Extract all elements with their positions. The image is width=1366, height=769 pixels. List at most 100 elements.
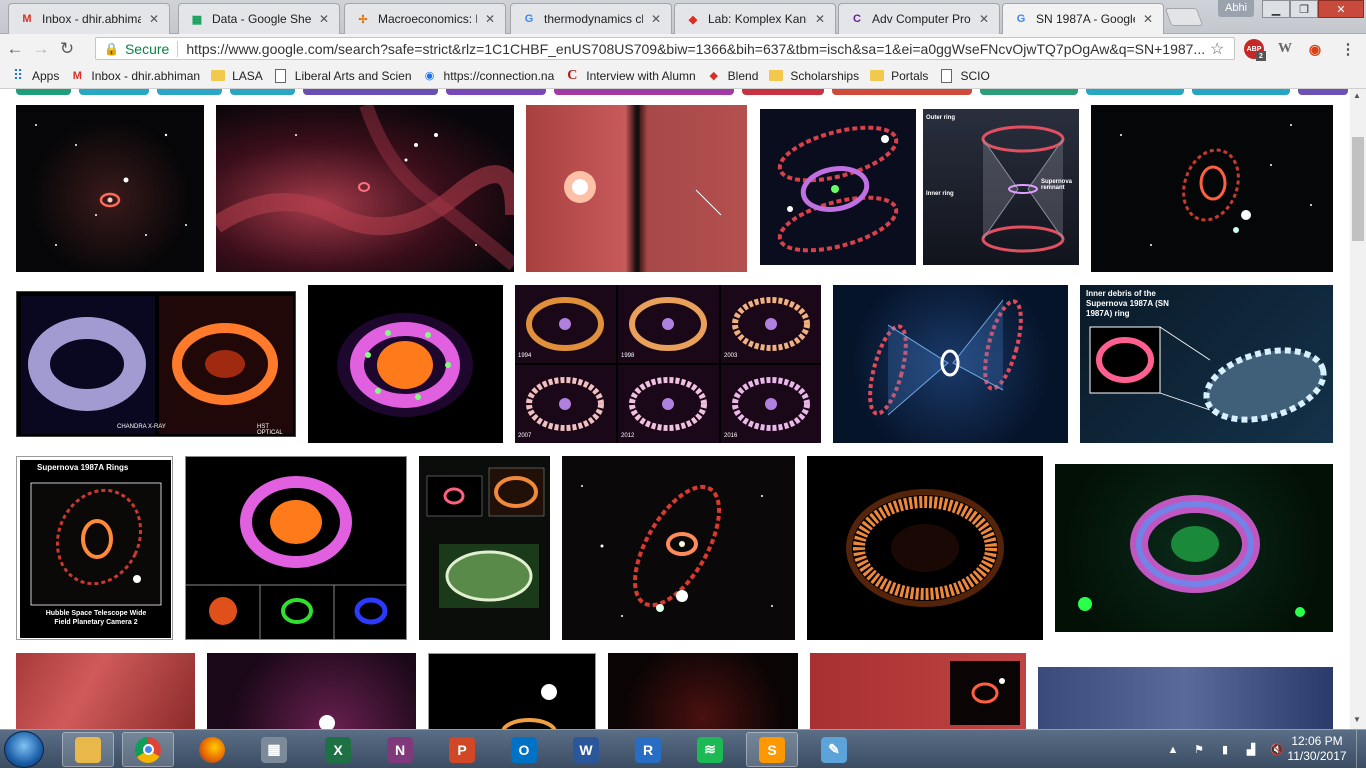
tab-strip: M Inbox - dhir.abhima ✕ ▦ Data - Google Shee… [0,0,1366,34]
image-result[interactable] [810,653,1026,729]
forward-arrow-icon[interactable]: → [30,38,52,60]
address-bar[interactable]: 🔒 Secure https://www.google.com/search?s… [95,37,1235,60]
image-result[interactable] [419,456,550,640]
filter-chip[interactable] [832,89,972,95]
bookmark-item[interactable]: ◆ Blend [706,68,758,84]
r-icon[interactable]: R [622,732,674,767]
filter-chip[interactable] [980,89,1078,95]
file-explorer-icon[interactable] [62,732,114,767]
filter-chip[interactable] [79,89,149,95]
image-result[interactable] [16,105,204,272]
battery-icon[interactable]: ▮ [1217,742,1233,758]
filter-chip[interactable] [446,89,546,95]
image-result[interactable]: CHANDRA X-RAY HST OPTICAL [16,291,296,437]
calculator-icon[interactable]: ▦ [248,732,300,767]
bookmark-item[interactable]: ◉ https://connection.na [422,68,555,84]
firefox-icon[interactable] [186,732,238,767]
filter-chip[interactable] [1192,89,1290,95]
tab-close-icon[interactable]: ✕ [649,12,663,26]
image-result[interactable]: Inner debris of the Supernova 1987A (SN … [1080,285,1333,443]
scroll-up-icon[interactable]: ▲ [1353,91,1361,100]
scroll-down-icon[interactable]: ▼ [1353,715,1361,724]
image-result[interactable] [216,105,514,272]
image-result[interactable] [608,653,798,729]
paint-icon[interactable]: ✎ [808,732,860,767]
tab-3[interactable]: ✢ Macroeconomics: P ✕ [344,3,506,34]
filter-chip[interactable] [16,89,71,95]
image-result[interactable] [16,653,195,729]
filter-chip[interactable] [742,89,824,95]
tab-6[interactable]: C Adv Computer Prog ✕ [838,3,1000,34]
start-button[interactable] [4,731,44,768]
tab-4[interactable]: Gthermodynamics ch ✕ [510,3,672,34]
chrome-icon[interactable] [122,732,174,767]
image-result[interactable] [1055,464,1333,632]
bookmark-star-icon[interactable]: ☆ [1210,39,1228,59]
image-result[interactable] [807,456,1043,640]
image-result[interactable] [526,105,747,272]
image-label: 1998 [621,353,635,359]
image-result[interactable]: Outer ring Inner ring Supernova remnant [923,109,1079,265]
image-result[interactable]: Supernova 1987A Rings Hubble Space Teles… [16,456,173,640]
image-result[interactable] [428,653,596,729]
image-result[interactable] [1091,105,1333,272]
bookmark-item[interactable]: SCIO [938,68,990,84]
clock[interactable]: 12:06 PM 11/30/2017 [1282,734,1352,764]
bookmark-item[interactable]: M Inbox - dhir.abhiman [69,68,200,84]
sublime-icon[interactable]: S [746,732,798,767]
extension-icon[interactable]: ◉ [1305,39,1325,59]
image-result[interactable] [207,653,416,729]
tab-close-icon[interactable]: ✕ [147,12,161,26]
tab-1[interactable]: M Inbox - dhir.abhima ✕ [8,3,170,34]
flag-icon[interactable]: ⚑ [1191,742,1207,758]
image-result[interactable] [833,285,1068,443]
restore-icon[interactable]: ❐ [1290,0,1318,18]
powerpoint-icon[interactable]: P [436,732,488,767]
tab-close-icon[interactable]: ✕ [977,12,991,26]
page-scrollbar[interactable]: ▲ ▼ [1350,89,1366,729]
image-result[interactable]: 1994 1998 2003 2007 2012 2016 [515,285,821,443]
bookmark-item[interactable]: ⠿ Apps [10,67,60,84]
word-icon[interactable]: W [560,732,612,767]
tab-close-icon[interactable]: ✕ [1141,12,1155,26]
image-result[interactable] [185,456,407,640]
tab-close-icon[interactable]: ✕ [813,12,827,26]
filter-chip[interactable] [1298,89,1348,95]
outlook-icon[interactable]: O [498,732,550,767]
bookmark-item[interactable]: Portals [869,68,928,84]
wikipedia-icon[interactable]: W [1275,39,1295,59]
show-hidden-icons[interactable]: ▲ [1165,742,1181,758]
bookmark-item[interactable]: C Interview with Alumn [564,68,695,84]
close-window-icon[interactable]: ✕ [1318,0,1364,18]
spotify-icon[interactable]: ≋ [684,732,736,767]
image-result[interactable] [562,456,795,640]
tab-close-icon[interactable]: ✕ [317,12,331,26]
onenote-icon[interactable]: N [374,732,426,767]
filter-chip[interactable] [157,89,222,95]
filter-chip[interactable] [1086,89,1184,95]
reload-icon[interactable]: ↻ [56,38,78,60]
tab-5[interactable]: ◆ Lab: Komplex Kanb ✕ [674,3,836,34]
excel-icon[interactable]: X [312,732,364,767]
filter-chip[interactable] [303,89,438,95]
scrollbar-thumb[interactable] [1352,137,1364,241]
tab-close-icon[interactable]: ✕ [483,12,497,26]
menu-icon[interactable]: ⋮ [1338,39,1358,59]
tab-2[interactable]: ▦ Data - Google Shee ✕ [178,3,340,34]
filter-chip[interactable] [230,89,295,95]
signal-icon[interactable]: ▟ [1243,742,1259,758]
minimize-icon[interactable]: ▁ [1262,0,1290,18]
url-text[interactable]: https://www.google.com/search?safe=stric… [186,41,1210,57]
new-tab-button[interactable] [1164,8,1204,26]
filter-chip[interactable] [554,89,734,95]
back-arrow-icon[interactable]: ← [4,38,26,60]
image-result[interactable] [760,109,916,265]
bookmark-item[interactable]: Liberal Arts and Scien [273,68,412,84]
tab-7[interactable]: G SN 1987A - Google ✕ [1002,3,1164,34]
image-result[interactable] [308,285,503,443]
profile-button[interactable]: Abhi [1218,0,1255,17]
bookmark-item[interactable]: LASA [210,68,263,84]
image-result[interactable] [1038,667,1333,729]
show-desktop-button[interactable] [1356,730,1366,769]
bookmark-item[interactable]: Scholarships [768,68,859,84]
